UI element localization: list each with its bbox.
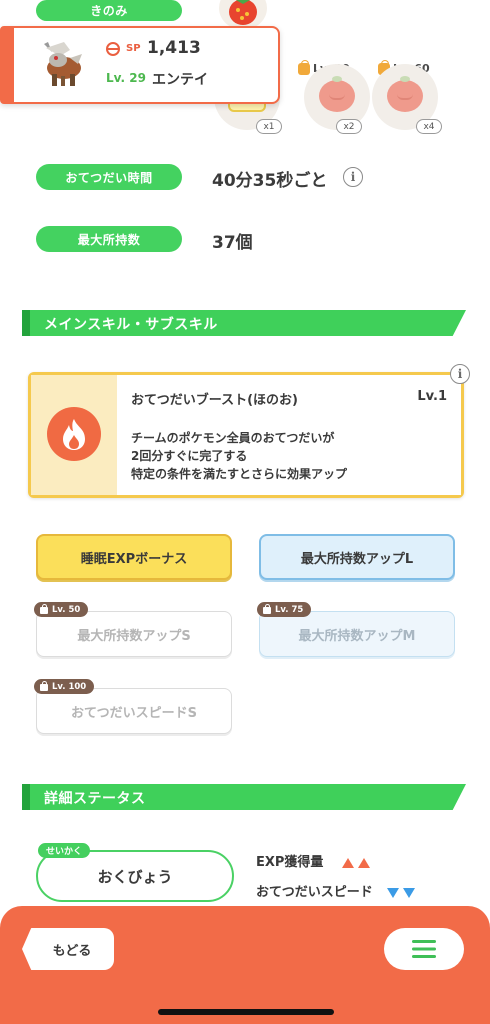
main-skill-description: チームのポケモン全員のおてつだいが 2回分すぐに完了する 特定の条件を満たすとさ… bbox=[131, 431, 348, 481]
down-arrow-icon bbox=[383, 885, 416, 900]
detail-section-header: 詳細ステータス bbox=[22, 784, 466, 810]
pokemon-level: Lv. 29 bbox=[106, 71, 146, 85]
nature-chip: せいかく bbox=[38, 843, 91, 858]
menu-button[interactable] bbox=[384, 928, 464, 970]
subskill-help-speed-s[interactable]: おてつだいスピードS bbox=[36, 688, 232, 734]
tomato-berry-icon bbox=[319, 76, 355, 112]
sp-icon bbox=[106, 42, 120, 56]
lock-chip-lv75: Lv. 75 bbox=[257, 602, 312, 617]
hamburger-menu-icon bbox=[412, 940, 436, 958]
skills-section-header: メインスキル・サブスキル bbox=[22, 310, 466, 336]
sp-value: 1,413 bbox=[147, 38, 201, 58]
subskill-max-carry-up-s[interactable]: 最大所持数アップS bbox=[36, 611, 232, 657]
lock-icon bbox=[40, 681, 48, 691]
main-skill-name: おてつだいブースト(ほのお) bbox=[131, 393, 298, 408]
lock-icon bbox=[263, 604, 271, 614]
berry-multiplier-x2: x2 bbox=[336, 119, 362, 134]
nature-up-stat: EXP獲得量 bbox=[256, 851, 370, 870]
tomato-berry-icon bbox=[387, 76, 423, 112]
info-icon[interactable]: i bbox=[343, 167, 363, 187]
berry-label: きのみ bbox=[36, 0, 182, 21]
pokemon-sprite bbox=[34, 38, 86, 90]
lock-chip-lv50: Lv. 50 bbox=[34, 602, 89, 617]
max-carry-value: 37個 bbox=[212, 233, 253, 253]
fire-flame-icon bbox=[47, 407, 101, 461]
lock-icon bbox=[298, 59, 310, 75]
help-time-value: 40分35秒ごと bbox=[212, 171, 328, 191]
max-carry-label: 最大所持数 bbox=[36, 226, 182, 252]
help-time-label: おてつだい時間 bbox=[36, 164, 182, 190]
up-arrow-icon bbox=[338, 855, 370, 870]
subskill-max-carry-up-m[interactable]: 最大所持数アップM bbox=[259, 611, 455, 657]
detail-section-title: 詳細ステータス bbox=[44, 791, 146, 807]
sp-label: SP bbox=[126, 43, 141, 54]
berry-multiplier-x4: x4 bbox=[416, 119, 442, 134]
berry-slot-lv30[interactable] bbox=[304, 64, 370, 130]
nature-down-stat: おてつだいスピード bbox=[256, 881, 416, 900]
lock-icon bbox=[40, 604, 48, 614]
lock-chip-lv100: Lv. 100 bbox=[34, 679, 95, 694]
berry-icon-top bbox=[218, 0, 268, 30]
info-icon[interactable]: i bbox=[450, 364, 470, 384]
berry-multiplier-x1: x1 bbox=[256, 119, 282, 134]
skills-section-title: メインスキル・サブスキル bbox=[44, 317, 218, 333]
main-skill-card[interactable]: おてつだいブースト(ほのお) Lv.1 チームのポケモン全員のおてつだいが 2回… bbox=[28, 372, 464, 498]
pokemon-info-card[interactable]: SP 1,413 Lv. 29 エンテイ bbox=[0, 26, 280, 104]
main-skill-level: Lv.1 bbox=[417, 389, 447, 404]
subskill-sleep-exp-bonus[interactable]: 睡眠EXPボーナス bbox=[36, 534, 232, 580]
subskill-max-carry-up-l[interactable]: 最大所持数アップL bbox=[259, 534, 455, 580]
home-indicator bbox=[158, 1009, 334, 1015]
pokemon-name: エンテイ bbox=[152, 72, 208, 88]
back-button[interactable]: もどる bbox=[22, 928, 114, 970]
